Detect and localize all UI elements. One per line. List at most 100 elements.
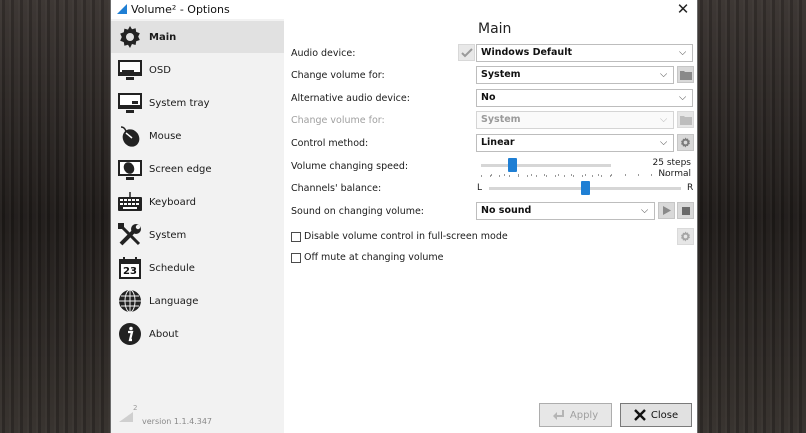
slider-tick: [651, 174, 652, 176]
change-volume-for-alt-select: System ⌵: [476, 111, 674, 129]
volume-speed-thumb[interactable]: [508, 158, 518, 172]
control-method-label: Control method:: [291, 138, 369, 149]
keyboard-icon: [117, 189, 143, 215]
play-icon: [662, 206, 671, 215]
volume-speed-track[interactable]: [481, 164, 611, 167]
chevron-down-icon: ⌵: [660, 114, 668, 125]
sidebar-item-schedule[interactable]: 23 Schedule: [111, 252, 284, 284]
sidebar-item-label: Main: [149, 31, 177, 43]
play-sound-button[interactable]: [658, 202, 675, 219]
balance-left-label: L: [477, 183, 483, 193]
sidebar-item-label: Schedule: [149, 262, 195, 274]
sidebar-item-mouse[interactable]: Mouse: [111, 120, 284, 152]
calendar-day-text: 23: [123, 266, 137, 277]
audio-device-select[interactable]: Windows Default ⌵: [476, 44, 693, 62]
monitor-icon: [117, 57, 143, 83]
change-volume-for-alt-value: System: [481, 114, 521, 125]
sidebar-item-label: Mouse: [149, 130, 182, 142]
sound-select[interactable]: No sound ⌵: [476, 202, 655, 220]
mouse-icon: [117, 123, 143, 149]
page-title: Main: [478, 21, 512, 37]
stop-sound-button[interactable]: [677, 202, 694, 219]
slider-tick: [558, 174, 559, 176]
alt-audio-device-value: No: [481, 92, 496, 103]
slider-tick: [531, 174, 532, 176]
fullscreen-settings-button[interactable]: [677, 228, 694, 245]
control-method-settings-button[interactable]: [677, 134, 694, 151]
sidebar-item-label: System tray: [149, 97, 210, 109]
checkbox-label: Off mute at changing volume: [304, 252, 444, 263]
sound-value: No sound: [481, 205, 532, 216]
folder-button[interactable]: [677, 66, 694, 83]
slider-tick: [544, 174, 545, 176]
sidebar-item-about[interactable]: About: [111, 318, 284, 350]
checkbox-box[interactable]: [291, 252, 301, 263]
volume-speed-steps: 25 steps: [652, 158, 691, 168]
chevron-down-icon: ⌵: [660, 137, 668, 148]
folder-icon: [679, 115, 692, 125]
sidebar-item-system-tray[interactable]: System tray: [111, 87, 284, 119]
sidebar-item-label: Language: [149, 295, 199, 307]
change-volume-for-label: Change volume for:: [291, 70, 385, 81]
control-method-select[interactable]: Linear ⌵: [476, 134, 674, 152]
sidebar-item-label: OSD: [149, 64, 171, 76]
disable-fullscreen-checkbox[interactable]: Disable volume control in full-screen mo…: [291, 231, 508, 242]
gear-icon: [117, 24, 143, 50]
apply-button[interactable]: Apply: [539, 403, 612, 427]
version-badge: 2: [133, 404, 138, 412]
window-close-icon[interactable]: ✕: [675, 1, 691, 17]
background-wood-right: [698, 0, 806, 433]
sidebar-item-label: System: [149, 229, 187, 241]
window-title: Volume² - Options: [131, 3, 230, 16]
balance-label: Channels' balance:: [291, 183, 382, 194]
sidebar-item-keyboard[interactable]: Keyboard: [111, 186, 284, 218]
slider-tick: [611, 174, 612, 176]
version-text: version 1.1.4.347: [142, 417, 213, 426]
slider-tick: [504, 174, 505, 176]
gear-icon: [681, 137, 690, 148]
sidebar: Main OSD System tray Mouse Screen edge K…: [111, 19, 284, 433]
calendar-icon: 23: [117, 255, 143, 281]
control-method-value: Linear: [481, 137, 515, 148]
folder-icon: [679, 70, 692, 80]
set-default-check-button[interactable]: [458, 44, 475, 61]
chevron-down-icon: ⌵: [660, 69, 668, 80]
balance-thumb[interactable]: [581, 181, 590, 195]
close-button[interactable]: Close: [620, 403, 692, 427]
slider-tick: [491, 174, 492, 176]
stop-icon: [681, 206, 690, 215]
slider-tick: [638, 174, 639, 176]
globe-icon: [117, 288, 143, 314]
balance-ticks: [491, 174, 679, 176]
apply-label: Apply: [569, 409, 599, 421]
volume-level-icon: 2: [119, 404, 137, 422]
chevron-down-icon: ⌵: [641, 205, 649, 216]
off-mute-checkbox[interactable]: Off mute at changing volume: [291, 252, 444, 263]
alt-audio-device-select[interactable]: No ⌵: [476, 89, 693, 107]
slider-tick: [571, 174, 572, 176]
checkbox-label: Disable volume control in full-screen mo…: [304, 231, 508, 242]
sidebar-item-language[interactable]: Language: [111, 285, 284, 317]
sidebar-item-osd[interactable]: OSD: [111, 54, 284, 86]
sidebar-item-label: About: [149, 328, 179, 340]
audio-device-label: Audio device:: [291, 48, 356, 59]
change-volume-for-select[interactable]: System ⌵: [476, 66, 674, 84]
sound-label: Sound on changing volume:: [291, 206, 425, 217]
apply-icon: [552, 409, 565, 421]
system-tray-icon: [117, 90, 143, 116]
sidebar-item-system[interactable]: System: [111, 219, 284, 251]
checkbox-box[interactable]: [291, 231, 301, 242]
sidebar-item-label: Keyboard: [149, 196, 197, 208]
sidebar-item-main[interactable]: Main: [111, 21, 284, 53]
tools-icon: [117, 222, 143, 248]
audio-device-value: Windows Default: [481, 47, 572, 58]
options-window: Volume² - Options ✕ Main OSD System tray: [110, 0, 698, 433]
sidebar-item-screen-edge[interactable]: Screen edge: [111, 153, 284, 185]
info-icon: [117, 321, 143, 347]
slider-tick: [625, 174, 626, 176]
check-icon: [460, 47, 473, 57]
close-icon: [634, 409, 646, 421]
volume-app-icon: [117, 4, 127, 14]
balance-right-label: R: [687, 183, 694, 193]
slider-tick: [585, 174, 586, 176]
